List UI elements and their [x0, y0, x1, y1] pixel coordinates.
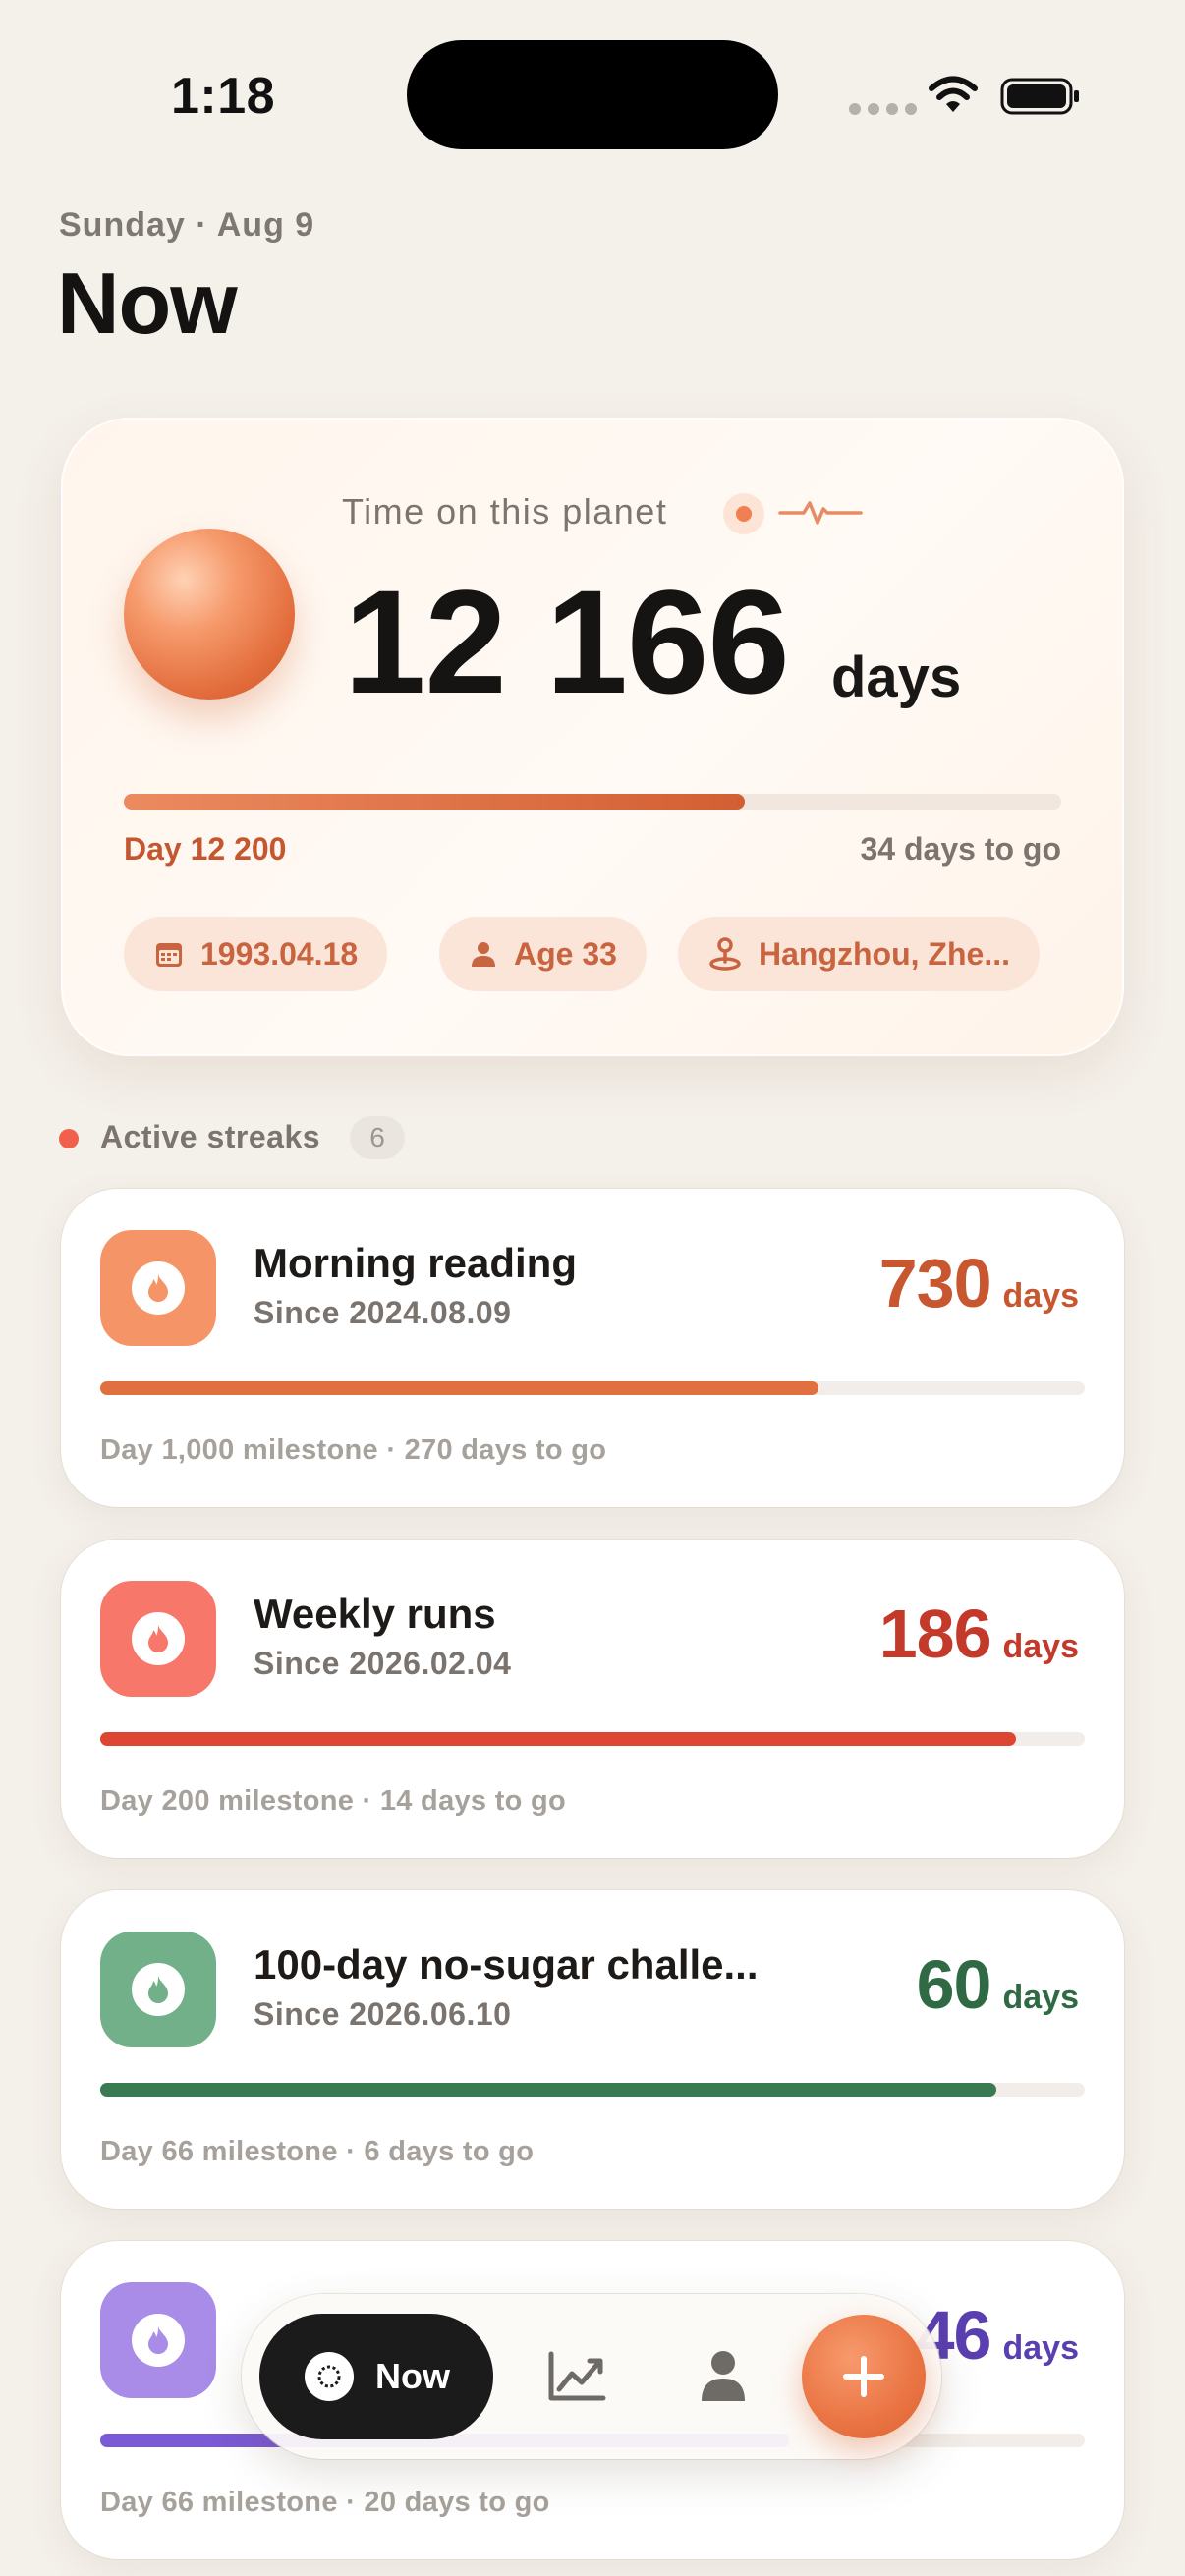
hero-label: Time on this planet — [342, 491, 668, 532]
streak-progress-bar — [100, 2083, 1085, 2097]
streak-since: Since 2026.02.04 — [254, 1646, 512, 1681]
pulse-icon — [778, 501, 863, 525]
streak-count-value: 60 — [916, 1946, 992, 2023]
streak-name: Weekly runs — [254, 1591, 496, 1637]
streak-progress-fill — [100, 1381, 819, 1395]
date-label: Sunday · Aug 9 — [59, 206, 315, 244]
streak-icon — [100, 1581, 216, 1697]
plus-icon — [843, 2356, 884, 2397]
streak-milestone: Day 66 milestone · 20 days to go — [100, 2487, 550, 2518]
section-indicator-icon — [59, 1129, 79, 1148]
signal-dots-icon — [849, 103, 917, 115]
person-icon[interactable] — [698, 2348, 749, 2403]
flame-icon — [132, 1612, 185, 1665]
streak-progress-bar — [100, 1732, 1085, 1746]
streak-icon — [100, 1932, 216, 2047]
streak-progress-bar — [100, 1381, 1085, 1395]
location-text: Hangzhou, Zhe... — [759, 935, 1010, 972]
person-icon — [472, 942, 495, 967]
status-time: 1:18 — [171, 68, 276, 125]
streak-count-unit: days — [1002, 1979, 1080, 2016]
live-indicator-icon — [723, 493, 764, 534]
streak-count: 186 days — [879, 1595, 1079, 1673]
life-progress-bar — [124, 794, 1061, 810]
streak-milestone: Day 1,000 milestone · 270 days to go — [100, 1434, 607, 1466]
streak-card[interactable]: 100-day no-sugar challe... Since 2026.06… — [61, 1890, 1124, 2209]
streak-card[interactable]: Morning reading Since 2024.08.09 730 day… — [61, 1189, 1124, 1507]
age-chip[interactable]: Age 33 — [439, 917, 647, 991]
now-ring-icon — [305, 2352, 354, 2401]
location-pin-icon — [709, 937, 741, 971]
flame-icon — [132, 2314, 185, 2367]
streak-count-unit: days — [1002, 1628, 1080, 1665]
streak-name: 100-day no-sugar challe... — [254, 1941, 759, 1988]
streak-count-value: 730 — [878, 1245, 992, 1321]
streak-since: Since 2024.08.09 — [254, 1295, 512, 1330]
wifi-icon — [929, 76, 978, 112]
planet-orb-icon — [124, 529, 295, 700]
birthdate-text: 1993.04.18 — [200, 935, 359, 972]
calendar-icon — [156, 943, 182, 967]
streak-since: Since 2026.06.10 — [254, 1996, 512, 2032]
age-text: Age 33 — [514, 935, 617, 972]
life-progress-fill — [124, 794, 745, 810]
streak-count-value: 186 — [878, 1596, 992, 1672]
streak-progress-fill — [100, 2083, 996, 2097]
flame-icon — [132, 1261, 185, 1315]
streak-count: 60 days — [917, 1945, 1079, 2024]
days-alive-unit: days — [831, 645, 962, 709]
dynamic-island — [407, 40, 778, 149]
days-alive-value: 12 166 — [344, 559, 790, 724]
streak-count: 46 days — [917, 2296, 1079, 2375]
section-count-badge: 6 — [350, 1116, 405, 1159]
battery-icon — [1000, 78, 1079, 115]
tab-now-label: Now — [375, 2356, 450, 2396]
chart-trend-icon[interactable] — [546, 2350, 607, 2403]
streak-milestone: Day 200 milestone · 14 days to go — [100, 1785, 567, 1817]
streak-card[interactable]: Weekly runs Since 2026.02.04 186 days Da… — [61, 1540, 1124, 1858]
streak-count-unit: days — [1002, 1277, 1080, 1315]
streak-progress-fill — [100, 1732, 1016, 1746]
streak-icon — [100, 2282, 216, 2398]
streak-icon — [100, 1230, 216, 1346]
location-chip[interactable]: Hangzhou, Zhe... — [678, 917, 1040, 991]
streak-name: Morning reading — [254, 1240, 577, 1286]
days-to-go-label: 34 days to go — [860, 831, 1062, 867]
next-milestone-label: Day 12 200 — [124, 831, 287, 867]
birthdate-chip[interactable]: 1993.04.18 — [124, 917, 388, 991]
page-title: Now — [57, 254, 238, 352]
streak-milestone: Day 66 milestone · 6 days to go — [100, 2136, 535, 2167]
streak-count-unit: days — [1002, 2329, 1080, 2367]
streak-count: 730 days — [879, 1244, 1079, 1322]
flame-icon — [132, 1963, 185, 2016]
tab-now[interactable]: Now — [259, 2314, 493, 2439]
section-title: Active streaks — [100, 1119, 321, 1154]
add-streak-button[interactable] — [802, 2315, 926, 2438]
